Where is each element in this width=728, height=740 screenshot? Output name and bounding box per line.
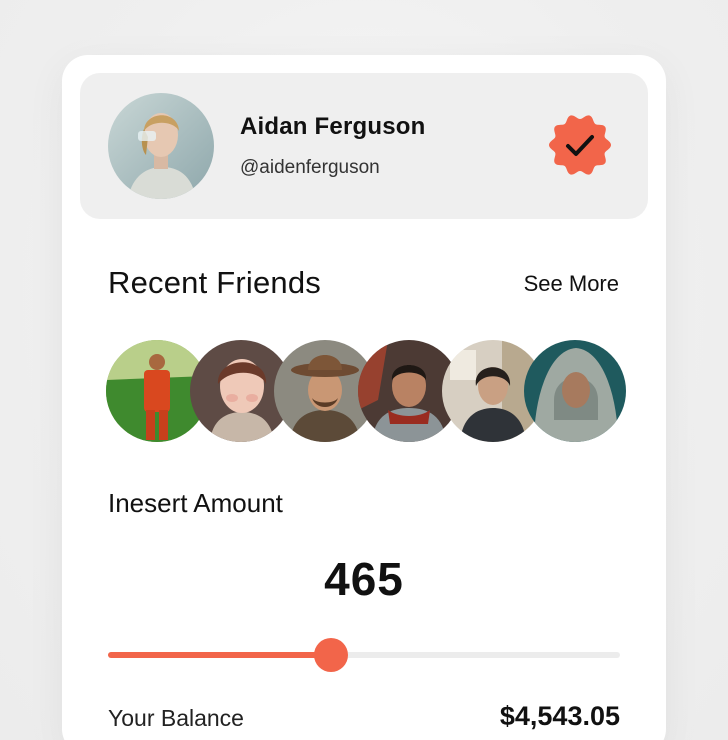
slider-fill — [108, 652, 331, 658]
profile-header[interactable]: Aidan Ferguson @aidenferguson — [80, 73, 648, 219]
profile-avatar-image — [108, 93, 214, 199]
amount-value[interactable]: 465 — [62, 552, 666, 606]
insert-amount-label: Inesert Amount — [108, 488, 283, 518]
amount-slider[interactable] — [108, 638, 620, 672]
slider-thumb[interactable] — [314, 638, 348, 672]
balance-label: Your Balance — [108, 705, 244, 731]
profile-name: Aidan Ferguson — [240, 113, 426, 140]
see-more-link[interactable]: See More — [524, 271, 619, 297]
friends-list — [106, 340, 626, 444]
profile-avatar[interactable] — [108, 93, 214, 199]
app-stage: Aidan Ferguson @aidenferguson Recent Fri… — [0, 0, 728, 740]
balance-value: $4,543.05 — [499, 701, 620, 731]
verified-check-icon — [548, 113, 612, 177]
profile-handle: @aidenferguson — [240, 157, 380, 178]
recent-friends-title: Recent Friends — [108, 265, 322, 300]
friend-avatar-6[interactable] — [524, 340, 626, 442]
payment-card: Aidan Ferguson @aidenferguson Recent Fri… — [62, 55, 666, 740]
